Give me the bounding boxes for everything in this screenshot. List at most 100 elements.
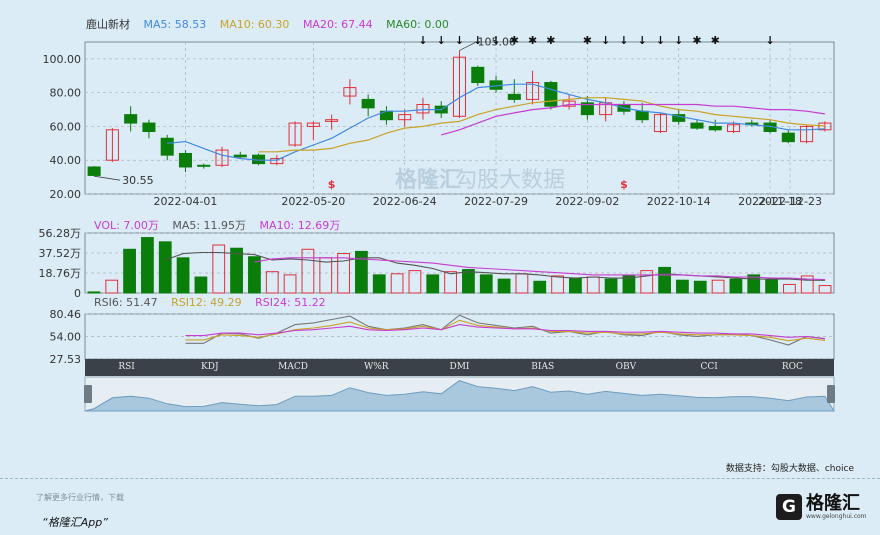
x-axis-tick: 2022-10-14 — [647, 195, 711, 208]
volume-y-tick: 56.28万 — [39, 227, 82, 240]
volume-bar — [497, 278, 511, 294]
signal-marker: ↓ — [765, 34, 774, 47]
x-axis-tick: 2022-07-29 — [464, 195, 528, 208]
tab-roc[interactable]: ROC — [751, 359, 834, 376]
signal-marker: ✱ — [546, 34, 555, 47]
signal-marker: ↓ — [619, 34, 628, 47]
signal-marker: ✱ — [583, 34, 592, 47]
indicator-tabs: RSI KDJ MACD W%R DMI BIAS OBV CCI ROC — [85, 359, 834, 376]
x-axis-tick: 2022-12-23 — [758, 195, 822, 208]
volume-bar — [283, 274, 297, 294]
volume-bar — [158, 241, 172, 294]
signal-marker: ↓ — [473, 34, 482, 47]
stock-chart: 100.00 80.00 60.00 40.00 20.00 2022-04-01 2022… — [39, 34, 835, 412]
volume-bar — [551, 275, 564, 294]
volume-y-tick: 18.76万 — [39, 267, 82, 280]
volume-bar — [711, 279, 725, 294]
price-y-tick: 60.00 — [50, 120, 82, 133]
volume-bar — [319, 257, 333, 294]
signal-marker: ✱ — [692, 34, 701, 47]
volume-bar — [658, 266, 671, 294]
brand-logo: G 格隆汇 www.gelonghui.com — [776, 494, 867, 520]
signal-marker: ↓ — [601, 34, 610, 47]
candle-body — [635, 110, 649, 121]
candle-body — [690, 122, 704, 129]
signal-marker: ↓ — [674, 34, 683, 47]
candle-body — [87, 166, 101, 176]
candle-body — [781, 132, 795, 143]
footer-divider — [0, 478, 880, 479]
volume-bar — [372, 274, 386, 294]
x-axis-tick: 2022-09-02 — [555, 195, 619, 208]
tab-wr[interactable]: W%R — [335, 359, 418, 376]
tab-rsi[interactable]: RSI — [85, 359, 168, 376]
candle-body — [142, 122, 156, 133]
volume-bar — [586, 276, 600, 294]
navigator-right-handle — [827, 385, 835, 403]
price-y-tick: 40.00 — [50, 154, 82, 167]
app-name: “格隆汇App” — [42, 516, 108, 529]
candle-body — [361, 98, 375, 109]
volume-bar — [444, 271, 457, 294]
volume-y-tick: 37.52万 — [39, 247, 82, 260]
brand-mark-icon: G — [776, 494, 802, 520]
signal-marker: ✱ — [510, 34, 519, 47]
volume-bar — [87, 291, 101, 294]
candle-body — [471, 66, 485, 84]
tab-dmi[interactable]: DMI — [418, 359, 501, 376]
signal-marker: ↓ — [455, 34, 464, 47]
volume-bar — [265, 271, 279, 294]
volume-bar — [390, 273, 404, 294]
volume-bar — [105, 279, 119, 294]
tab-macd[interactable]: MACD — [251, 359, 334, 376]
volume-bar — [818, 285, 832, 294]
volume-bar — [141, 237, 154, 294]
volume-bar — [426, 274, 440, 294]
price-y-tick: 20.00 — [50, 188, 82, 201]
candle-body — [507, 93, 521, 100]
signal-marker: ↓ — [418, 34, 427, 47]
data-source: 数据支持：勾股大数据、choice — [725, 464, 854, 474]
volume-bar — [783, 283, 796, 294]
x-axis-tick: 2022-05-20 — [281, 195, 345, 208]
candle-body — [233, 154, 247, 158]
volume-bar — [462, 269, 475, 294]
low-annotation: 30.55 — [122, 174, 154, 187]
x-axis-tick: 2022-06-24 — [373, 195, 437, 208]
signal-marker: ↓ — [638, 34, 647, 47]
tab-cci[interactable]: CCI — [668, 359, 751, 376]
volume-bar — [230, 247, 243, 294]
volume-bar — [194, 276, 208, 294]
volume-bar — [301, 248, 315, 294]
candle-body — [160, 137, 174, 156]
price-y-tick: 80.00 — [50, 87, 82, 100]
signal-marker: ↓ — [437, 34, 446, 47]
candle-body — [197, 164, 211, 167]
volume-bar — [640, 270, 654, 294]
volume-bar — [408, 270, 422, 294]
watermark-text: 勾股大数据 — [455, 168, 565, 193]
signal-marker: ✱ — [528, 34, 537, 47]
rsi-y-tick: 54.00 — [50, 330, 82, 343]
footer-faint-text: 了解更多行业行情，下载 — [36, 493, 124, 502]
candle-body — [708, 125, 722, 131]
volume-bar — [479, 274, 493, 294]
tab-obv[interactable]: OBV — [584, 359, 667, 376]
tab-bias[interactable]: BIAS — [501, 359, 584, 376]
rsi-y-tick: 27.53 — [50, 353, 82, 366]
candle-body — [178, 152, 193, 168]
brand-name: 格隆汇 — [806, 492, 860, 514]
volume-bar — [765, 278, 778, 294]
volume-bar — [533, 280, 547, 294]
volume-bar — [604, 278, 618, 294]
volume-bar — [176, 257, 190, 294]
volume-bar — [729, 278, 743, 294]
volume-bar — [123, 248, 136, 294]
volume-bar — [515, 273, 529, 294]
watermark-text: 格隆汇 — [395, 167, 461, 193]
volume-y-tick: 0 — [74, 287, 81, 300]
candle-body — [124, 114, 138, 124]
candle-body — [544, 82, 558, 107]
tab-kdj[interactable]: KDJ — [168, 359, 251, 376]
volume-bar — [676, 279, 689, 294]
